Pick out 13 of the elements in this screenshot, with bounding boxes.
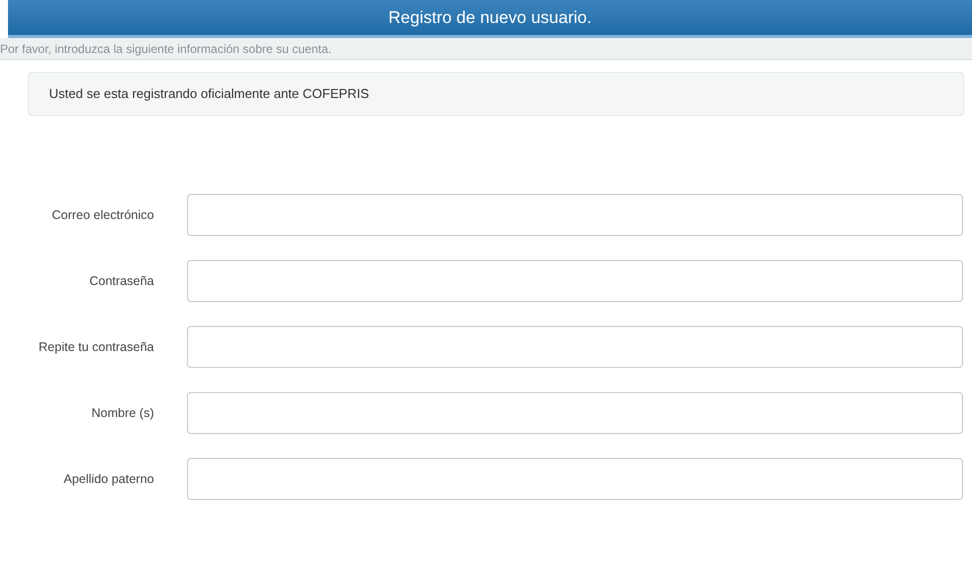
input-field[interactable] (187, 260, 963, 302)
notice-text: Usted se esta registrando oficialmente ante COFEPRIS (49, 85, 370, 104)
field-label: Repite tu contraseña (38, 339, 154, 356)
page-title: Registro de nuevo usuario. (388, 6, 592, 29)
subtitle-text: Por favor, introduzca la siguiente información sobre su cuenta. (0, 40, 332, 58)
field-label: Apellido paterno (64, 471, 154, 488)
input-field[interactable] (187, 326, 963, 368)
input-field[interactable] (187, 458, 963, 500)
input-field[interactable] (187, 392, 963, 434)
field-label: Nombre (s) (91, 405, 154, 422)
input-field[interactable] (187, 194, 963, 236)
field-label: Contraseña (89, 273, 154, 290)
field-label: Correo electrónico (52, 207, 154, 224)
